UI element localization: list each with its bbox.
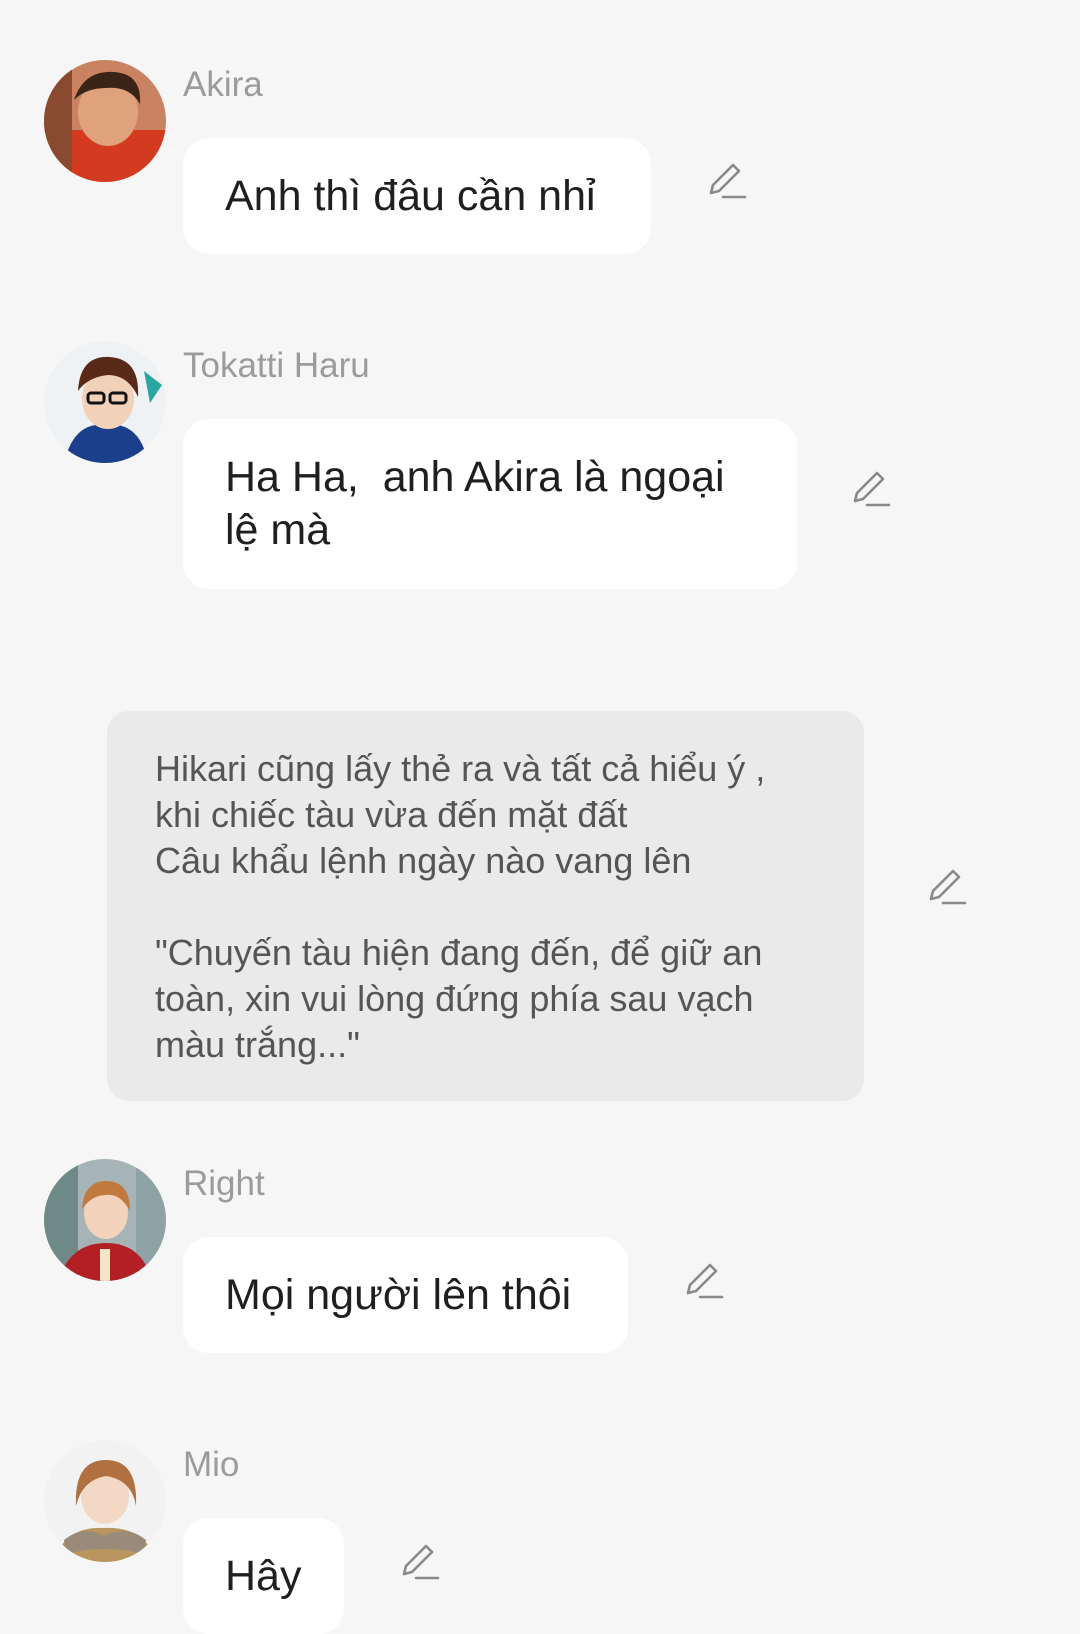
message-bubble[interactable]: Anh thì đâu cần nhỉ	[183, 138, 651, 254]
message-text: Anh thì đâu cần nhỉ	[225, 171, 596, 220]
narration-text: Hikari cũng lấy thẻ ra và tất cả hiểu ý …	[155, 748, 766, 1065]
avatar-right[interactable]	[44, 1159, 166, 1281]
message-text: Mọi người lên thôi	[225, 1270, 572, 1319]
message-bubble[interactable]: Mọi người lên thôi	[183, 1237, 628, 1353]
avatar-mio[interactable]	[44, 1440, 166, 1562]
sender-name: Mio	[183, 1445, 240, 1484]
message-bubble[interactable]: Hây	[183, 1518, 344, 1634]
message-text: Ha Ha, anh Akira là ngoại lệ mà	[225, 453, 725, 554]
sender-name: Right	[183, 1164, 265, 1203]
edit-icon[interactable]	[398, 1540, 442, 1584]
sender-name: Akira	[183, 65, 263, 104]
edit-icon[interactable]	[925, 865, 969, 909]
narration-bubble[interactable]: Hikari cũng lấy thẻ ra và tất cả hiểu ý …	[107, 711, 864, 1101]
avatar-akira[interactable]	[44, 60, 166, 182]
message-bubble[interactable]: Ha Ha, anh Akira là ngoại lệ mà	[183, 419, 797, 589]
message-text: Hây	[225, 1551, 302, 1600]
edit-icon[interactable]	[705, 159, 749, 203]
avatar-tokatti-haru[interactable]	[44, 341, 166, 463]
edit-icon[interactable]	[849, 467, 893, 511]
sender-name: Tokatti Haru	[183, 346, 370, 385]
edit-icon[interactable]	[682, 1259, 726, 1303]
